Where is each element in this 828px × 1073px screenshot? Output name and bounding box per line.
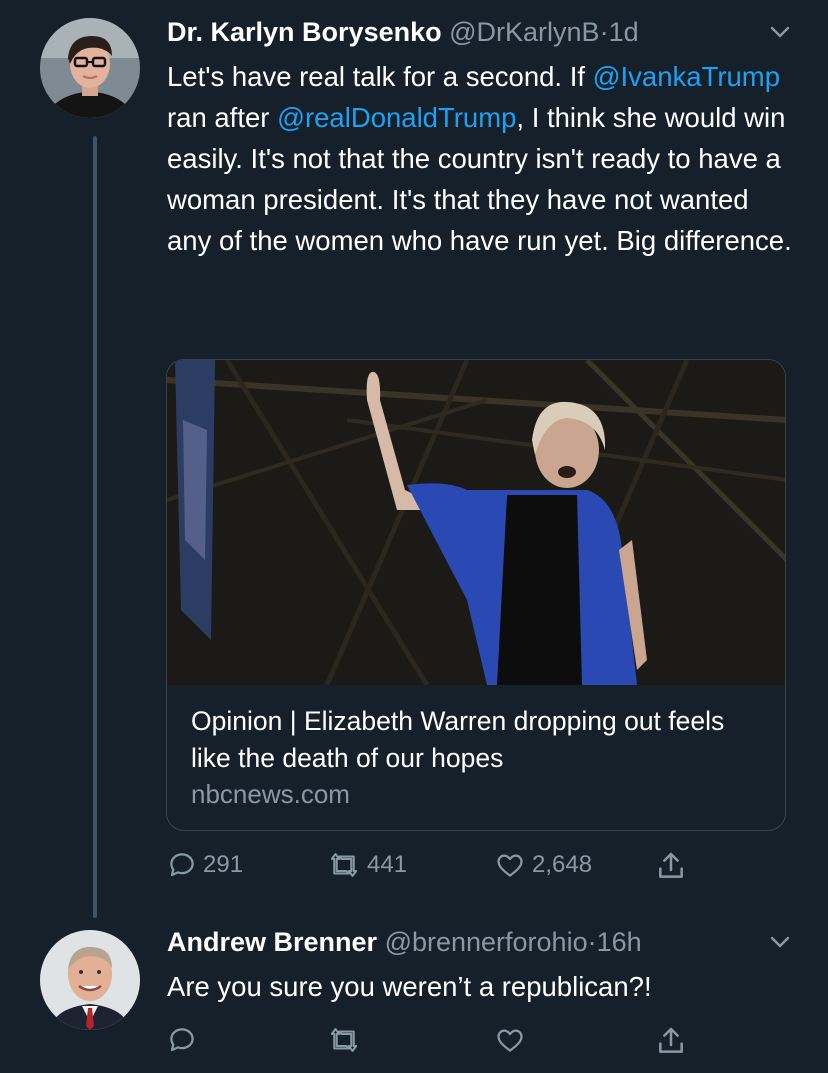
tweet-actions: 291 441 2,648 — [167, 850, 767, 886]
author-name[interactable]: Andrew Brenner — [167, 927, 377, 957]
mention-realdonaldtrump[interactable]: @realDonaldTrump — [277, 102, 516, 133]
avatar-andrew[interactable] — [40, 930, 140, 1030]
separator: · — [599, 17, 609, 47]
timestamp[interactable]: 1d — [609, 17, 639, 47]
author-handle[interactable]: @brennerforohio — [385, 927, 588, 957]
retweet-button[interactable] — [327, 1025, 361, 1055]
separator: · — [587, 927, 597, 957]
share-icon — [659, 852, 683, 878]
chevron-down-icon[interactable] — [768, 20, 792, 49]
retweet-count: 441 — [367, 851, 408, 878]
retweet-icon — [330, 853, 358, 877]
reply-count: 291 — [203, 851, 244, 878]
tweet-header: Andrew Brenner @brennerforohio·16h — [167, 929, 642, 956]
like-icon — [497, 1029, 523, 1052]
reply-button[interactable] — [167, 1025, 197, 1055]
share-icon — [659, 1027, 683, 1053]
thread-line — [93, 136, 97, 918]
card-title[interactable]: Opinion | Elizabeth Warren dropping out … — [191, 703, 771, 777]
like-button[interactable]: 2,648 — [494, 850, 592, 880]
text-part: Let's have real talk for a second. If — [167, 61, 593, 92]
card-image — [167, 360, 785, 687]
tweet-actions — [167, 1025, 767, 1061]
card-domain: nbcnews.com — [191, 779, 350, 809]
reply-button[interactable]: 291 — [167, 850, 243, 880]
timestamp[interactable]: 16h — [597, 927, 642, 957]
chevron-down-icon[interactable] — [768, 930, 792, 959]
tweet-text: Are you sure you weren’t a republican?! — [167, 971, 652, 1002]
reply-icon — [170, 1028, 194, 1052]
text-part: ran after — [167, 102, 278, 133]
like-button[interactable] — [494, 1025, 526, 1055]
like-icon — [497, 854, 523, 877]
author-handle[interactable]: @DrKarlynB — [449, 17, 599, 47]
share-button[interactable] — [655, 850, 687, 882]
reply-icon — [170, 853, 194, 877]
tweet-header: Dr. Karlyn Borysenko @DrKarlynB·1d — [167, 19, 639, 46]
like-count: 2,648 — [532, 851, 593, 878]
tweet-text: Let's have real talk for a second. If @I… — [167, 56, 792, 261]
avatar-karlyn[interactable] — [40, 18, 140, 118]
card-text: Opinion | Elizabeth Warren dropping out … — [191, 703, 771, 810]
share-button[interactable] — [655, 1025, 687, 1057]
retweet-icon — [330, 1028, 358, 1052]
mention-ivanka[interactable]: @IvankaTrump — [593, 61, 780, 92]
author-name[interactable]: Dr. Karlyn Borysenko — [167, 17, 442, 47]
retweet-button[interactable]: 441 — [327, 850, 407, 880]
link-card[interactable]: Opinion | Elizabeth Warren dropping out … — [166, 359, 786, 831]
